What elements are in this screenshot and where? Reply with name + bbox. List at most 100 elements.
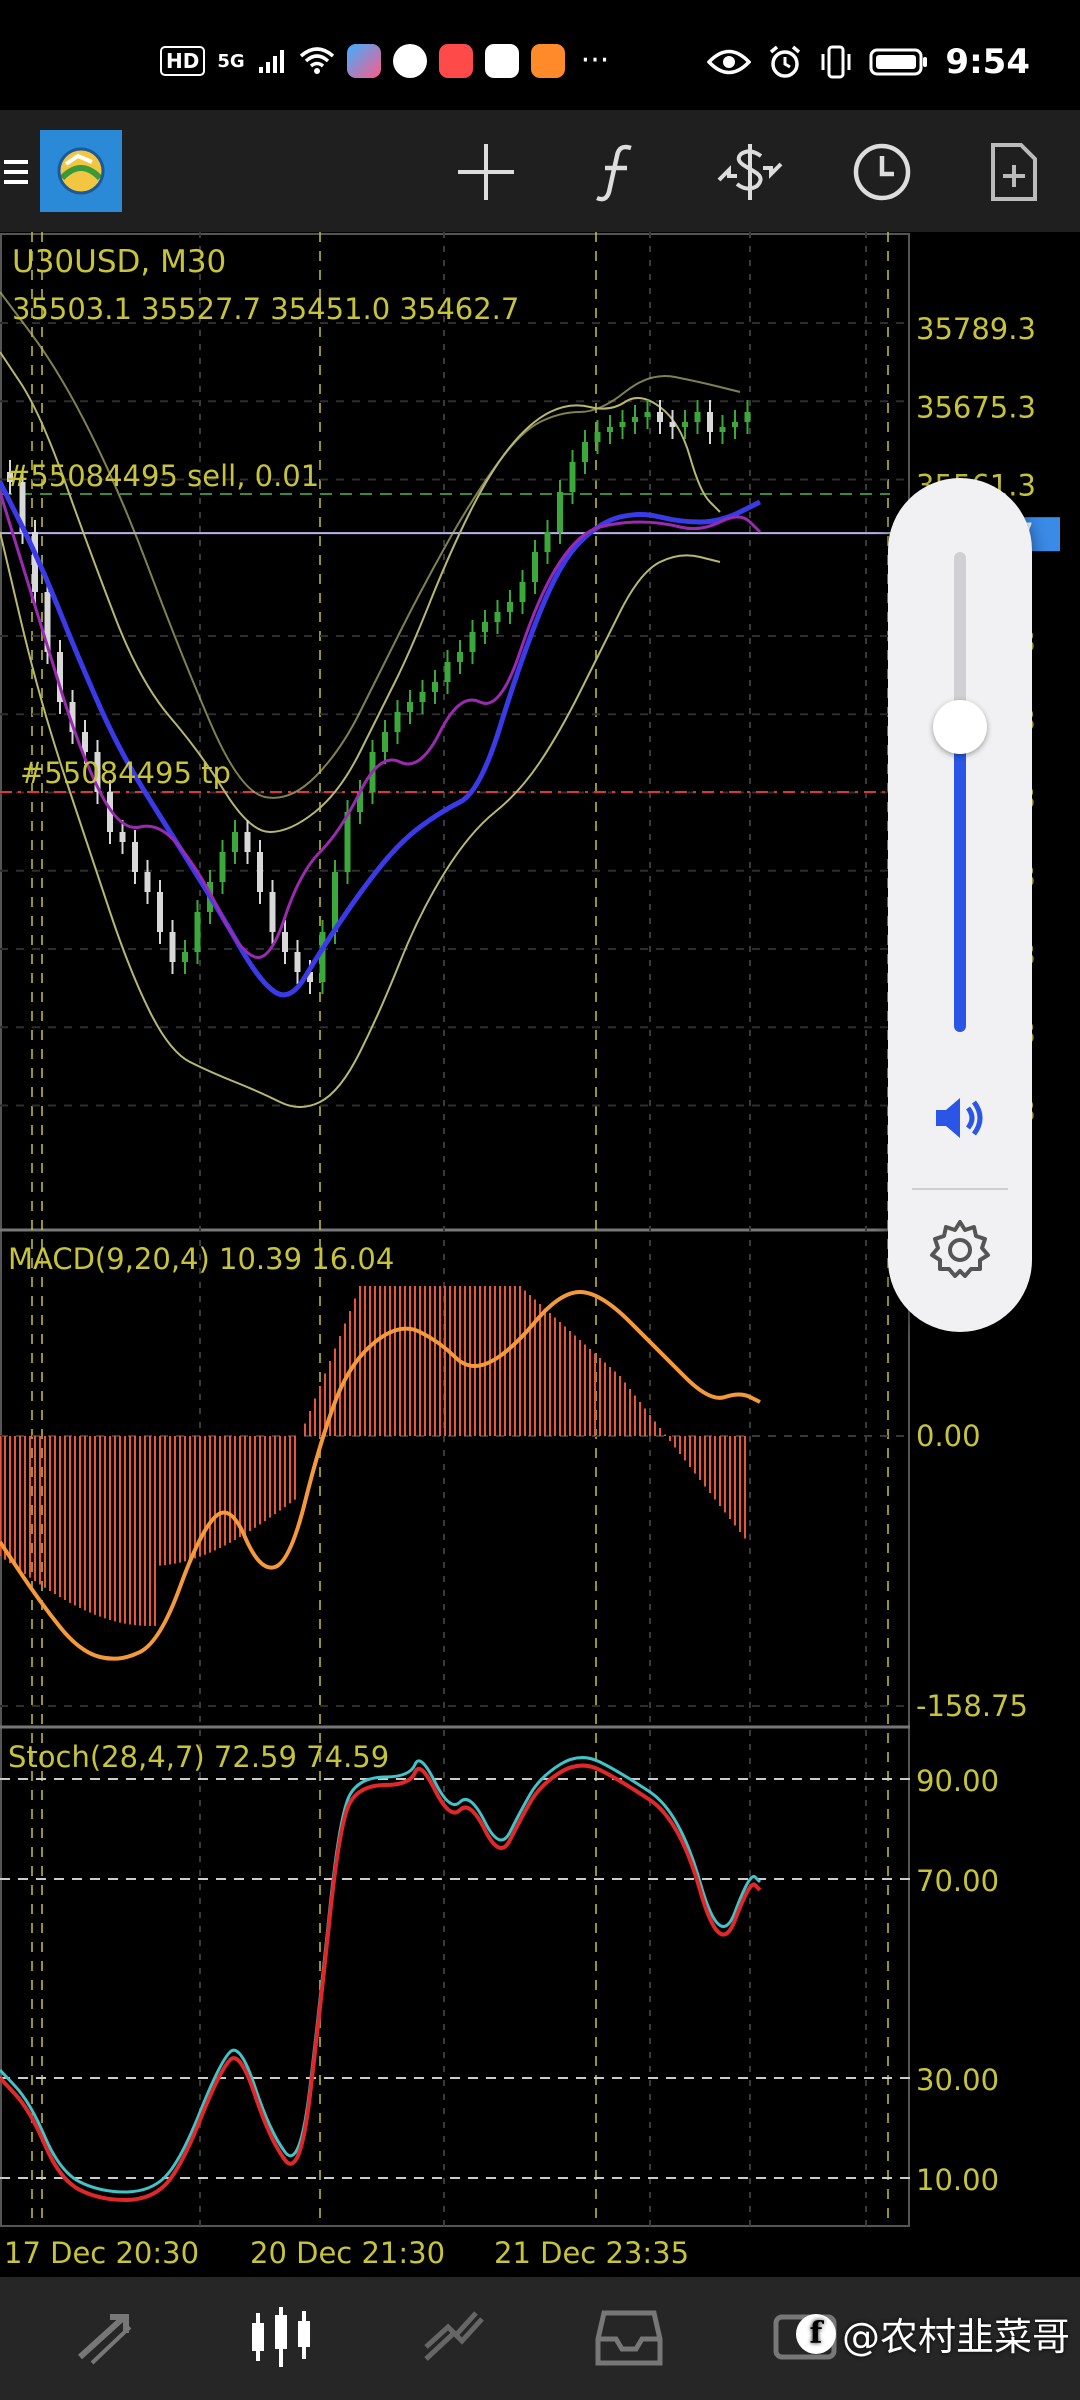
macd-axis-label: -158.75 [916, 1689, 1028, 1723]
candle-body [444, 662, 451, 682]
candle-body [144, 872, 151, 892]
moving-average-slow [0, 480, 762, 998]
candle-body [619, 422, 626, 427]
app-notification-icon [346, 44, 381, 78]
order-line-label: #55084495 sell, 0.01 [6, 459, 319, 493]
hd-badge: HD [160, 46, 206, 76]
candle-body [482, 622, 488, 632]
timeframe-button[interactable] [842, 132, 922, 212]
time-label: 21 Dec 23:35 [494, 2236, 689, 2270]
candle-body [544, 532, 551, 552]
app-logo [57, 147, 105, 195]
crosshair-button[interactable] [446, 132, 526, 212]
nav-quotes[interactable] [62, 2297, 152, 2377]
app-notification-icon [392, 44, 427, 78]
envelope-line [0, 291, 741, 799]
time-label: 20 Dec 21:30 [250, 2236, 445, 2270]
nav-history[interactable] [584, 2297, 674, 2377]
eye-icon [707, 49, 752, 75]
app-notification-icon [530, 44, 565, 78]
candle-body [394, 712, 401, 732]
stoch-axis-label: 70.00 [916, 1864, 999, 1898]
chart-toolbar [0, 110, 1080, 232]
trade-button[interactable] [710, 132, 790, 212]
candle-body [382, 732, 388, 752]
symbol-label: U30USD, M30 [12, 244, 226, 280]
tp-line-label: #55084495 tp [20, 756, 231, 790]
history-icon [595, 2310, 663, 2366]
stoch-axis-label: 90.00 [916, 1764, 999, 1798]
app-logo-button[interactable] [40, 130, 122, 212]
volume-slider-fill [954, 728, 966, 1032]
candle-body [732, 422, 738, 427]
candle-body [294, 952, 301, 972]
candle-body [407, 702, 413, 712]
candle-body [707, 412, 713, 432]
trade-icon [717, 144, 783, 200]
watermark-text: @农村韭菜哥 [841, 2315, 1070, 2359]
candle-body [244, 832, 251, 852]
candle-body [457, 652, 463, 662]
alarm-icon [770, 45, 801, 78]
new-order-button[interactable] [974, 132, 1054, 212]
candle-body [494, 612, 501, 622]
candle-body [232, 832, 238, 852]
candle-body [132, 842, 138, 872]
candle-body [219, 852, 226, 882]
crosshair-icon [458, 144, 514, 200]
candle-body [532, 552, 538, 582]
candle-body [657, 412, 663, 422]
candle-body [557, 492, 563, 532]
vibrate-icon [821, 45, 851, 79]
settings-gear-icon[interactable] [928, 1218, 992, 1282]
candle-body [594, 432, 601, 442]
watermark-logo: f [795, 2313, 836, 2354]
stoch-main-line [0, 1756, 762, 2194]
candle-body [319, 932, 326, 982]
clock-time: 9:54 [945, 42, 1030, 82]
volume-divider [912, 1188, 1008, 1190]
candle-body [569, 462, 576, 492]
candle-body [744, 412, 751, 422]
macd-axis-label: 0.00 [916, 1419, 981, 1453]
stoch-axis-label: 10.00 [916, 2163, 999, 2197]
candle-body [432, 682, 438, 692]
app-notification-icon [438, 44, 473, 78]
volume-panel [888, 478, 1032, 1332]
network-type: 5G [217, 50, 245, 72]
candle-body [419, 692, 426, 702]
signal-icon [258, 50, 284, 73]
nav-chart[interactable] [236, 2297, 326, 2377]
volume-slider-knob[interactable] [933, 700, 987, 754]
chart-icon [252, 2307, 310, 2367]
candle-body [694, 412, 701, 422]
menu-icon [4, 160, 28, 184]
candle-body [269, 892, 276, 932]
nav-trade[interactable] [410, 2297, 500, 2377]
status-bar-right: 9:54 [707, 42, 1030, 82]
candle-body [157, 892, 163, 932]
macd-label: MACD(9,20,4) 10.39 16.04 [8, 1242, 394, 1276]
candle-body [257, 852, 263, 892]
clock-icon [853, 143, 911, 201]
stoch-axis-label: 30.00 [916, 2063, 999, 2097]
candle-body [719, 427, 726, 432]
price-axis-label: 35675.3 [916, 390, 1036, 424]
candle-body [282, 932, 288, 952]
candle-body [682, 422, 688, 427]
indicators-button[interactable] [576, 132, 656, 212]
moving-average-fast [0, 491, 762, 959]
volume-icon[interactable] [930, 1088, 990, 1148]
price-axis-label: 35789.3 [916, 312, 1036, 346]
candle-body [82, 732, 88, 752]
new-document-icon [991, 143, 1037, 201]
candle-body [469, 632, 476, 652]
time-label: 17 Dec 20:30 [4, 2236, 199, 2270]
wifi-icon [299, 47, 334, 74]
ohlc-label: 35503.1 35527.7 35451.0 35462.7 [12, 292, 519, 326]
candle-body [119, 832, 126, 842]
candle-body [507, 602, 513, 612]
battery-icon [869, 48, 928, 76]
trade-nav-icon [424, 2311, 484, 2361]
candle-body [632, 417, 638, 422]
